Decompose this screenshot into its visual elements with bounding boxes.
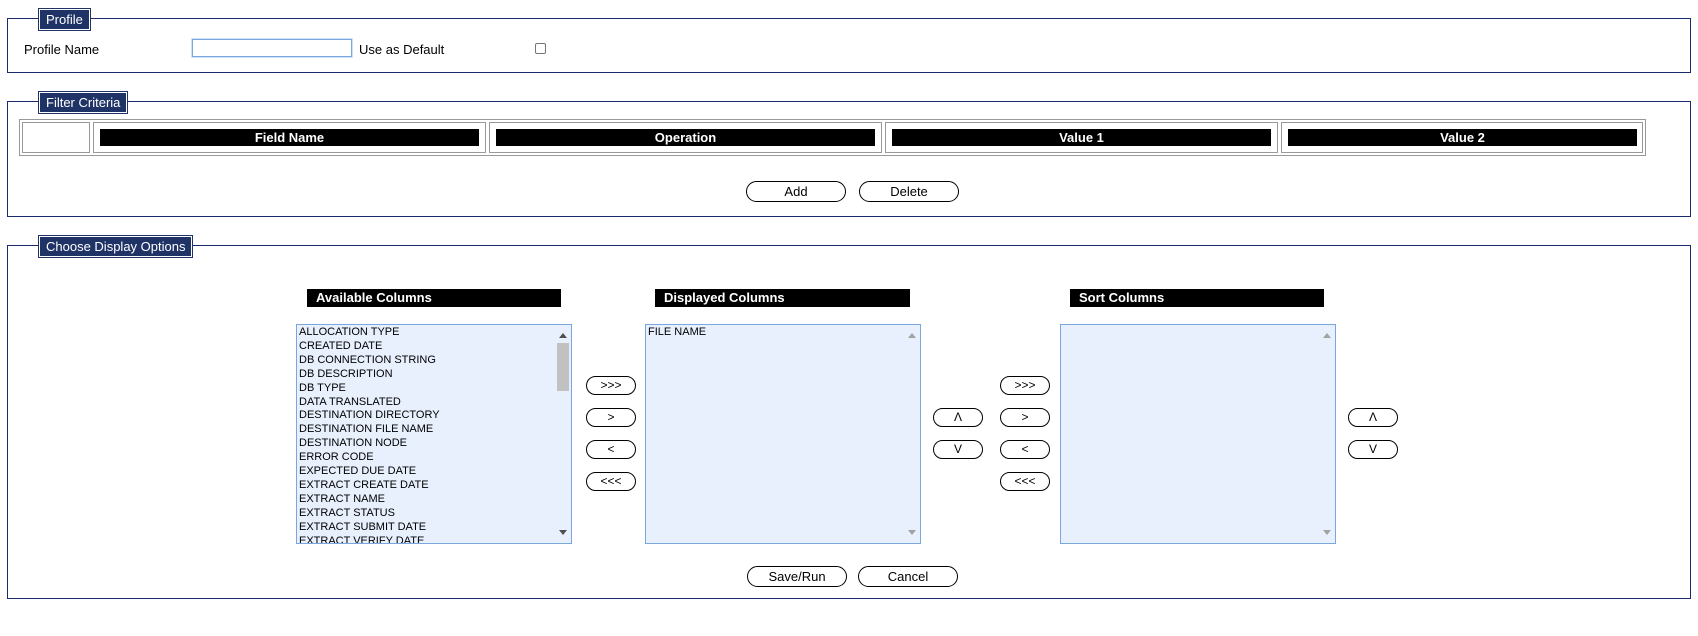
move-up-sort-button[interactable]: Λ	[1348, 408, 1398, 427]
value2-header: Value 2	[1288, 129, 1637, 146]
list-item[interactable]: ERROR CODE	[299, 451, 440, 465]
select-column-cell	[22, 122, 90, 153]
filter-criteria-table: Field Name Operation Value 1 Value 2	[19, 119, 1646, 156]
value1-header: Value 1	[892, 129, 1271, 146]
sort-columns-header: Sort Columns	[1070, 289, 1324, 307]
cancel-button[interactable]: Cancel	[858, 566, 958, 587]
remove-all-sort-button[interactable]: <<<	[1000, 472, 1050, 491]
add-sort-button[interactable]: >	[1000, 408, 1050, 427]
list-item[interactable]: EXTRACT SUBMIT DATE	[299, 521, 440, 535]
scroll-thumb[interactable]	[557, 343, 569, 391]
field-name-header: Field Name	[100, 129, 479, 146]
sort-columns-list[interactable]	[1060, 324, 1336, 544]
move-down-sort-button[interactable]: V	[1348, 440, 1398, 459]
operation-header: Operation	[496, 129, 875, 146]
remove-sort-button[interactable]: <	[1000, 440, 1050, 459]
displayed-columns-list[interactable]: FILE NAME	[645, 324, 921, 544]
scroll-down-icon[interactable]	[559, 530, 567, 535]
available-list-scrollbar[interactable]	[556, 326, 570, 542]
list-item[interactable]: DB CONNECTION STRING	[299, 354, 440, 368]
available-columns-list[interactable]: ALLOCATION TYPE CREATED DATE DB CONNECTI…	[296, 324, 572, 544]
scroll-up-icon[interactable]	[559, 333, 567, 338]
list-item[interactable]: DESTINATION FILE NAME	[299, 423, 440, 437]
list-item[interactable]: EXTRACT STATUS	[299, 507, 440, 521]
add-button[interactable]: Add	[746, 181, 846, 202]
display-options-legend: Choose Display Options	[37, 235, 194, 258]
profile-name-label: Profile Name	[24, 42, 100, 57]
move-down-displayed-button[interactable]: V	[933, 440, 983, 459]
scroll-down-icon[interactable]	[1323, 530, 1331, 535]
use-as-default-checkbox[interactable]	[535, 43, 546, 54]
add-column-button[interactable]: >	[586, 408, 636, 427]
profile-panel: Profile Profile Name Use as Default	[7, 8, 1691, 73]
list-item[interactable]: ALLOCATION TYPE	[299, 326, 440, 340]
list-item[interactable]: CREATED DATE	[299, 340, 440, 354]
add-all-sort-button[interactable]: >>>	[1000, 376, 1050, 395]
scroll-down-icon[interactable]	[908, 530, 916, 535]
displayed-columns-header: Displayed Columns	[655, 289, 910, 307]
list-item[interactable]: FILE NAME	[648, 326, 706, 340]
scroll-up-icon[interactable]	[1323, 333, 1331, 338]
filter-criteria-legend: Filter Criteria	[37, 91, 129, 114]
profile-legend: Profile	[38, 8, 91, 31]
list-item[interactable]: DESTINATION DIRECTORY	[299, 409, 440, 423]
scroll-up-icon[interactable]	[908, 333, 916, 338]
profile-name-input[interactable]	[192, 39, 352, 57]
list-item[interactable]: DB DESCRIPTION	[299, 368, 440, 382]
sort-list-scrollbar[interactable]	[1320, 326, 1334, 542]
add-all-columns-button[interactable]: >>>	[586, 376, 636, 395]
list-item[interactable]: DESTINATION NODE	[299, 437, 440, 451]
displayed-list-scrollbar[interactable]	[905, 326, 919, 542]
list-item[interactable]: EXPECTED DUE DATE	[299, 465, 440, 479]
list-item[interactable]: DB TYPE	[299, 382, 440, 396]
list-item[interactable]: DATA TRANSLATED	[299, 396, 440, 410]
move-up-displayed-button[interactable]: Λ	[933, 408, 983, 427]
save-run-button[interactable]: Save/Run	[747, 566, 847, 587]
available-columns-header: Available Columns	[307, 289, 561, 307]
remove-all-columns-button[interactable]: <<<	[586, 472, 636, 491]
list-item[interactable]: EXTRACT CREATE DATE	[299, 479, 440, 493]
delete-button[interactable]: Delete	[859, 181, 959, 202]
use-as-default-label: Use as Default	[359, 42, 445, 57]
list-item[interactable]: EXTRACT NAME	[299, 493, 440, 507]
list-item[interactable]: EXTRACT VERIFY DATE	[299, 535, 440, 543]
remove-column-button[interactable]: <	[586, 440, 636, 459]
